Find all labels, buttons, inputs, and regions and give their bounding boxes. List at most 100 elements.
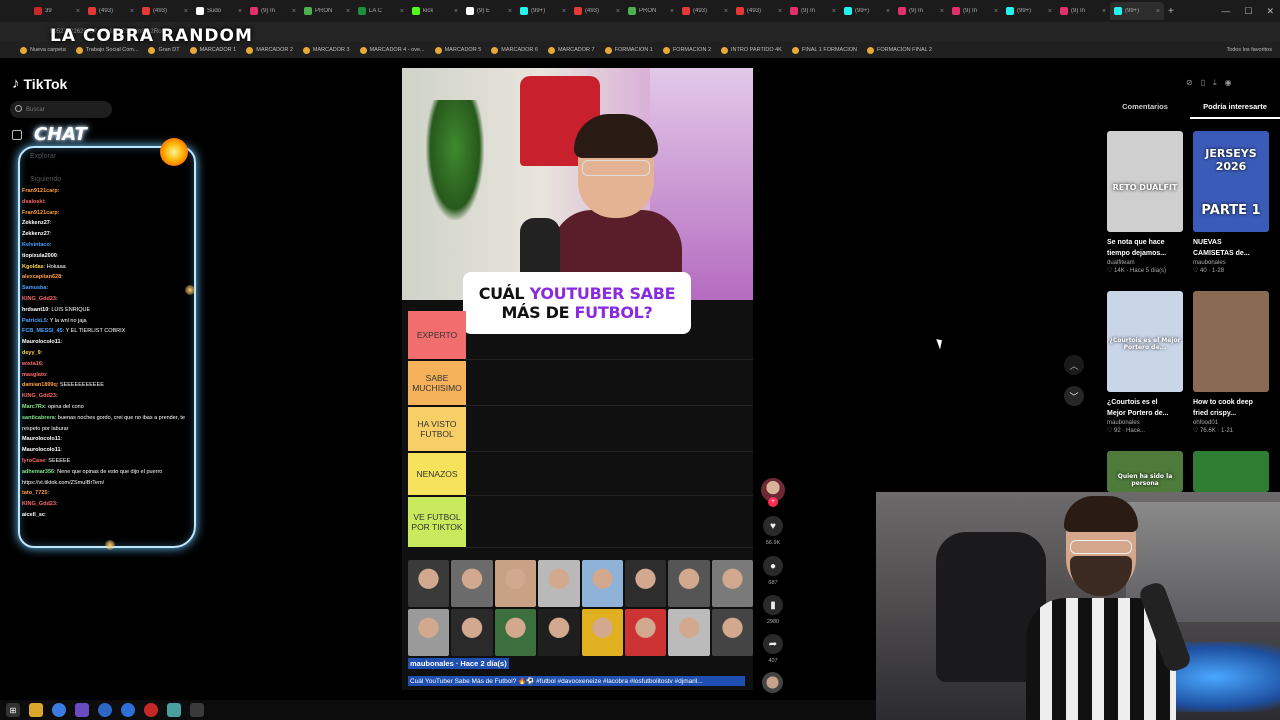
browser-tab[interactable]: (99+) × — [516, 2, 570, 20]
chrome-icon[interactable] — [52, 703, 66, 717]
browser-tab[interactable]: (493) × — [570, 2, 624, 20]
bookmark-item[interactable]: FORMACION 2 — [662, 46, 711, 54]
phone-icon[interactable]: ▯ — [1201, 78, 1205, 88]
obs-icon[interactable] — [144, 703, 158, 717]
tab-close-icon[interactable]: × — [508, 8, 512, 15]
bookmark-item[interactable]: FORMACION 1 — [604, 46, 653, 54]
bookmark-item[interactable]: MARCADOR 2 — [246, 46, 293, 54]
bookmark-item[interactable]: Trabajo Social Com... — [75, 46, 138, 54]
browser-tab[interactable]: (9) In × — [786, 2, 840, 20]
bookmark-item[interactable]: MARCADOR 6 — [491, 46, 538, 54]
all-bookmarks[interactable]: Todos los favoritos — [1226, 47, 1272, 53]
download-icon[interactable]: ⤓ — [1213, 78, 1217, 88]
like-count: 56.9K — [765, 540, 781, 546]
compass-icon[interactable]: ⊘ — [1186, 78, 1193, 88]
browser-tab[interactable]: (99+) × — [1110, 2, 1164, 20]
tab-close-icon[interactable]: × — [1102, 8, 1106, 15]
tab-close-icon[interactable]: × — [1156, 8, 1160, 15]
tab-comments[interactable]: Comentarios — [1100, 102, 1190, 119]
browser-tab[interactable]: PRON × — [300, 2, 354, 20]
bookmark-item[interactable]: MARCADOR 3 — [302, 46, 350, 54]
tab-close-icon[interactable]: × — [670, 8, 674, 15]
browser-tab[interactable]: (9) In × — [1056, 2, 1110, 20]
bookmark-item[interactable]: MARCADOR 7 — [547, 46, 595, 54]
browser-tab[interactable]: (493) × — [138, 2, 192, 20]
tab-close-icon[interactable]: × — [940, 8, 944, 15]
browser-tab[interactable]: (493) × — [84, 2, 138, 20]
browser-tab[interactable]: (99+) × — [1002, 2, 1056, 20]
tab-close-icon[interactable]: × — [400, 8, 404, 15]
creator-avatar[interactable]: + — [761, 478, 785, 507]
video-description[interactable]: Cuál YouTuber Sabe Más de Futbol? 🔥⚽ #fu… — [408, 676, 745, 686]
save-button[interactable]: ▮ 2980 — [762, 595, 784, 625]
bookmark-item[interactable]: INTRO PARTIDO 4K — [721, 46, 782, 54]
tab-close-icon[interactable]: × — [994, 8, 998, 15]
browser-icon[interactable] — [98, 703, 112, 717]
tab-suggested[interactable]: Podría interesarte — [1190, 102, 1280, 119]
browser-tab[interactable]: (493) × — [732, 2, 786, 20]
comment-button[interactable]: ● 687 — [762, 556, 784, 586]
suggested-video-card[interactable]: JERSEYS 2026 PARTE 1 NUEVAS CAMISETAS de...… — [1193, 131, 1269, 274]
video-author[interactable]: maubonales · Hace 2 día(s) — [408, 658, 509, 669]
share-button[interactable]: ➦ 407 — [762, 634, 784, 664]
browser-tab[interactable]: (99+) × — [840, 2, 894, 20]
browser-tab[interactable]: (9) In × — [246, 2, 300, 20]
tab-close-icon[interactable]: × — [832, 8, 836, 15]
suggested-video-card[interactable] — [1193, 451, 1269, 492]
browser-tab[interactable]: (493) × — [678, 2, 732, 20]
app-icon[interactable] — [167, 703, 181, 717]
maximize-icon[interactable]: ☐ — [1244, 6, 1252, 17]
app-icon[interactable] — [121, 703, 135, 717]
windows-start-icon[interactable]: ⊞ — [6, 703, 20, 717]
browser-tab[interactable]: Sudo × — [192, 2, 246, 20]
browser-tab[interactable]: (9) E × — [462, 2, 516, 20]
file-explorer-icon[interactable] — [29, 703, 43, 717]
chat-text: : — [46, 285, 48, 292]
tab-close-icon[interactable]: × — [346, 8, 350, 15]
chevron-down-icon[interactable]: ﹀ — [1064, 386, 1084, 406]
tab-close-icon[interactable]: × — [184, 8, 188, 15]
close-icon[interactable]: ✕ — [1266, 6, 1274, 17]
browser-tab[interactable]: kick × — [408, 2, 462, 20]
browser-tab[interactable]: 39 × — [30, 2, 84, 20]
search-input[interactable]: Buscar — [10, 101, 112, 118]
tab-close-icon[interactable]: × — [454, 8, 458, 15]
tab-close-icon[interactable]: × — [778, 8, 782, 15]
app-icon[interactable] — [190, 703, 204, 717]
bookmark-item[interactable]: MARCADOR 1 — [189, 46, 236, 54]
suggested-video-card[interactable]: Quien ha sido la persona — [1107, 451, 1183, 492]
bookmark-item[interactable]: MARCADOR 5 — [434, 46, 481, 54]
tab-close-icon[interactable]: × — [292, 8, 296, 15]
chevron-up-icon[interactable]: ︿ — [1064, 355, 1084, 375]
tab-close-icon[interactable]: × — [562, 8, 566, 15]
bookmark-item[interactable]: MARCADOR 4 - ove... — [359, 46, 425, 54]
browser-tab[interactable]: PRON × — [624, 2, 678, 20]
browser-tab[interactable]: (9) In × — [894, 2, 948, 20]
app-icon[interactable] — [75, 703, 89, 717]
tab-close-icon[interactable]: × — [616, 8, 620, 15]
tab-close-icon[interactable]: × — [238, 8, 242, 15]
minimize-icon[interactable]: — — [1221, 6, 1230, 16]
browser-tab[interactable]: (9) In × — [948, 2, 1002, 20]
like-button[interactable]: ♥ 56.9K — [762, 516, 784, 546]
browser-tab[interactable]: LA C × — [354, 2, 408, 20]
tab-close-icon[interactable]: × — [886, 8, 890, 15]
suggested-video-card[interactable]: ¿Courtois es el Mejor Portero de... ¿Cour… — [1107, 291, 1183, 434]
new-tab-icon[interactable]: + — [1168, 6, 1174, 17]
bookmark-item[interactable]: Gran DT — [148, 46, 180, 54]
suggested-video-card[interactable]: RETO DUALFIT Se nota que hace tiempo dejam… — [1107, 131, 1183, 274]
tab-close-icon[interactable]: × — [1048, 8, 1052, 15]
tiktok-logo[interactable]: ♪ TikTok — [12, 75, 67, 92]
home-icon[interactable] — [12, 130, 22, 140]
video-player[interactable]: CUÁL YOUTUBER SABE MÁS DE FUTBOL? EXPERT… — [402, 68, 753, 690]
profile-icon[interactable]: ◉ — [1225, 78, 1232, 88]
bookmark-item[interactable]: FINAL 1 FORMACION — [791, 46, 857, 54]
tab-close-icon[interactable]: × — [76, 8, 80, 15]
follow-plus-icon[interactable]: + — [768, 497, 778, 507]
music-disc-icon[interactable] — [762, 672, 783, 693]
bookmark-item[interactable]: FORMACION FINAL 2 — [866, 46, 932, 54]
bookmark-item[interactable]: Nueva carpeta — [20, 46, 66, 54]
suggested-video-card[interactable]: How to cook deep fried crispy... ohfood01 ♡… — [1193, 291, 1269, 434]
tab-close-icon[interactable]: × — [724, 8, 728, 15]
tab-close-icon[interactable]: × — [130, 8, 134, 15]
